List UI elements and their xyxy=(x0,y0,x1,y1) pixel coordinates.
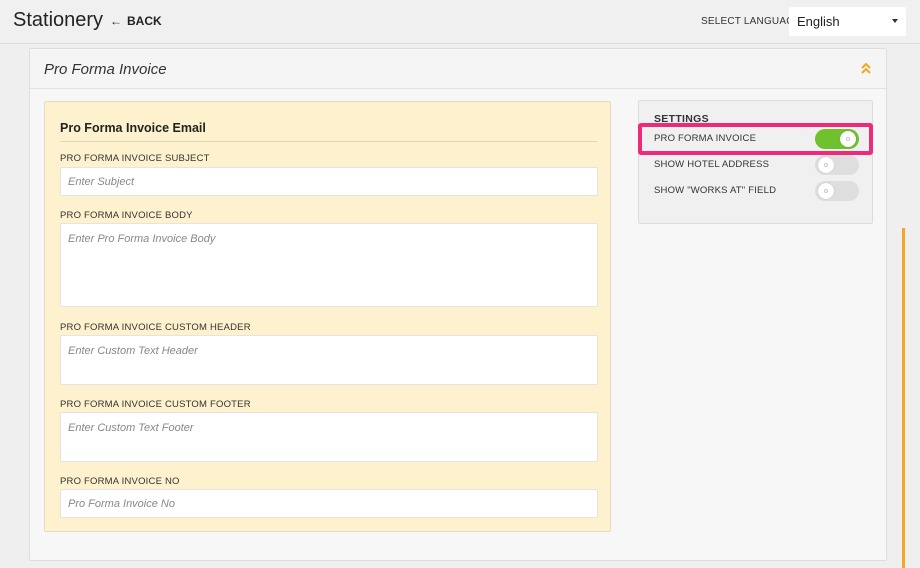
setting-label: SHOW HOTEL ADDRESS xyxy=(654,159,770,170)
invoice-email-panel: Pro Forma Invoice Email PRO FORMA INVOIC… xyxy=(44,101,611,532)
card-header[interactable]: Pro Forma Invoice xyxy=(30,49,886,89)
subject-placeholder: Enter Subject xyxy=(68,175,135,188)
setting-show-works-at: SHOW "WORKS AT" FIELD xyxy=(654,181,859,201)
arrow-left-icon: ← xyxy=(110,14,122,28)
language-select[interactable]: English xyxy=(789,7,906,36)
card-title: Pro Forma Invoice xyxy=(44,61,167,78)
top-bar: Stationery ← BACK SELECT LANGUAGE Englis… xyxy=(0,0,920,44)
custom-header-label: PRO FORMA INVOICE CUSTOM HEADER xyxy=(60,322,251,333)
body-label: PRO FORMA INVOICE BODY xyxy=(60,210,193,221)
chevron-double-up-icon[interactable] xyxy=(860,61,872,75)
show-works-at-toggle[interactable] xyxy=(815,181,859,201)
subject-input[interactable]: Enter Subject xyxy=(60,167,598,196)
custom-header-textarea[interactable]: Enter Custom Text Header xyxy=(60,335,598,385)
settings-panel: SETTINGS PRO FORMA INVOICE SHOW HOTEL AD… xyxy=(638,100,873,224)
page-title: Stationery xyxy=(13,9,104,31)
language-label: SELECT LANGUAGE xyxy=(701,16,802,27)
invoice-no-placeholder: Pro Forma Invoice No xyxy=(68,497,175,510)
custom-footer-placeholder: Enter Custom Text Footer xyxy=(68,422,194,434)
custom-footer-label: PRO FORMA INVOICE CUSTOM FOOTER xyxy=(60,399,251,410)
highlight-box xyxy=(638,123,873,155)
language-value: English xyxy=(797,14,840,29)
body-placeholder: Enter Pro Forma Invoice Body xyxy=(68,233,216,245)
custom-footer-textarea[interactable]: Enter Custom Text Footer xyxy=(60,412,598,462)
body-textarea[interactable]: Enter Pro Forma Invoice Body xyxy=(60,223,598,307)
invoice-no-label: PRO FORMA INVOICE NO xyxy=(60,476,180,487)
panel-heading: Pro Forma Invoice Email xyxy=(60,121,597,142)
show-hotel-address-toggle[interactable] xyxy=(815,155,859,175)
toggle-knob xyxy=(818,183,834,199)
scrollbar[interactable] xyxy=(902,228,905,568)
toggle-knob xyxy=(818,157,834,173)
custom-header-placeholder: Enter Custom Text Header xyxy=(68,345,198,357)
back-button[interactable]: ← BACK xyxy=(110,14,162,28)
subject-label: PRO FORMA INVOICE SUBJECT xyxy=(60,153,210,164)
invoice-no-input[interactable]: Pro Forma Invoice No xyxy=(60,489,598,518)
caret-down-icon xyxy=(892,19,898,23)
back-label: BACK xyxy=(127,14,162,28)
setting-label: SHOW "WORKS AT" FIELD xyxy=(654,185,777,196)
setting-show-hotel-address: SHOW HOTEL ADDRESS xyxy=(654,155,859,175)
